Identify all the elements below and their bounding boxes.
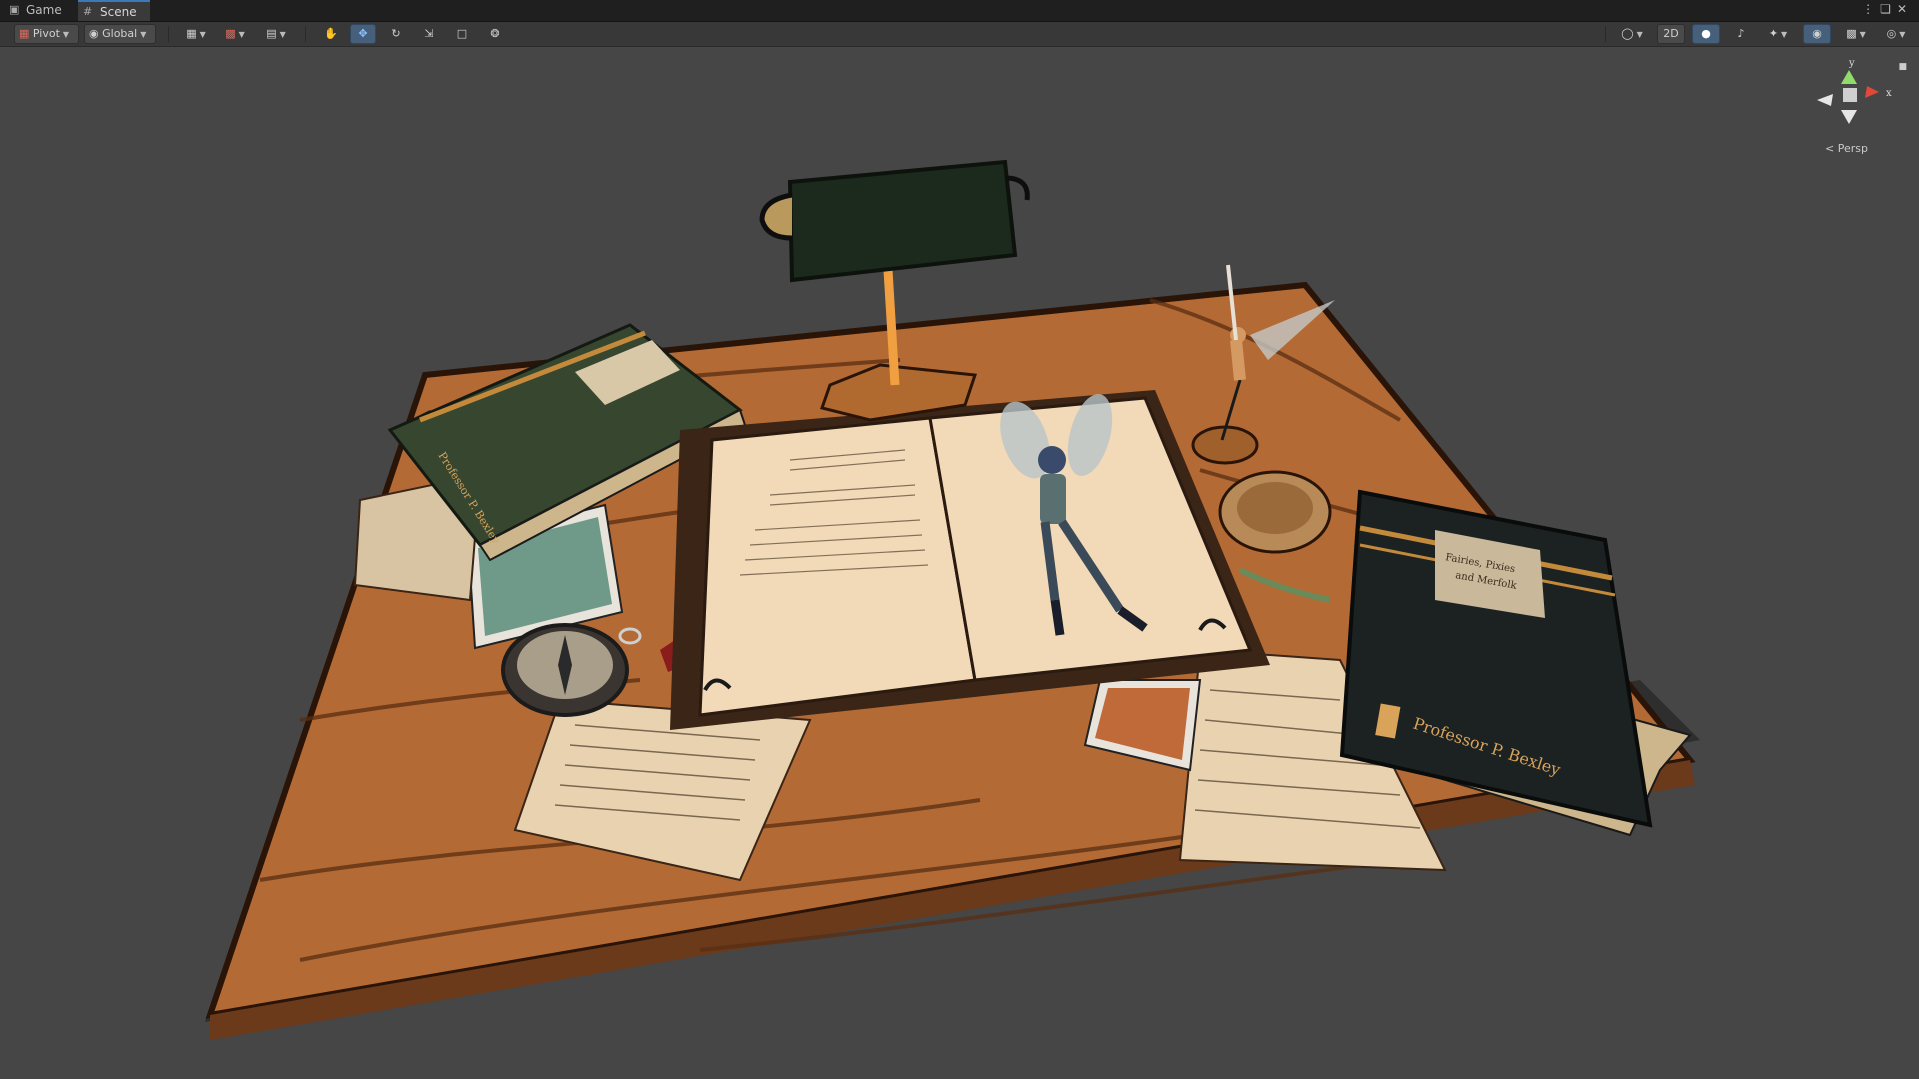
tab-scene[interactable]: # Scene bbox=[78, 0, 150, 21]
chevron-down-icon: ▼ bbox=[1781, 30, 1788, 39]
chevron-down-icon: ▼ bbox=[279, 30, 286, 39]
gamepad-icon: ▣ bbox=[9, 3, 20, 16]
lighting-toggle[interactable]: ● bbox=[1692, 24, 1720, 44]
chevron-down-icon: ▼ bbox=[238, 30, 245, 39]
shading-sphere-icon: ◯ bbox=[1621, 27, 1634, 40]
grid-snap-icon: ▦ bbox=[186, 27, 197, 40]
scale-tool-button[interactable]: ⇲ bbox=[416, 24, 442, 44]
move-tool-button[interactable]: ✥ bbox=[350, 24, 376, 44]
rotate-tool-button[interactable]: ↻ bbox=[383, 24, 409, 44]
move-icon: ✥ bbox=[358, 27, 368, 40]
window-controls: ⋮❏✕ bbox=[1862, 2, 1913, 16]
chevron-down-icon: ▼ bbox=[1899, 30, 1906, 39]
align-button[interactable]: ▤ ▼ bbox=[258, 24, 294, 44]
audio-mute-icon: ♪ bbox=[1737, 27, 1745, 40]
effects-icon: ✦ bbox=[1768, 27, 1779, 40]
tab-scene-label: Scene bbox=[100, 5, 137, 19]
lamp-shade[interactable] bbox=[787, 159, 1018, 283]
scene-viewport[interactable]: Professor P. Bexley Fairies, Pixies and … bbox=[0, 47, 1919, 1079]
rotate-icon: ↻ bbox=[391, 27, 401, 40]
mode-2d-button[interactable]: 2D bbox=[1657, 24, 1685, 44]
orientation-gizmo[interactable]: y x < Persp ■ bbox=[1809, 52, 1907, 162]
grid-icon: # bbox=[83, 5, 93, 18]
audio-toggle[interactable]: ♪ bbox=[1727, 24, 1755, 44]
gizmos-globe-icon: ◎ bbox=[1886, 27, 1897, 40]
lightbulb-icon: ● bbox=[1701, 27, 1711, 40]
toolbar-divider bbox=[305, 26, 306, 42]
tab-game-label: Game bbox=[26, 3, 62, 17]
pivot-icon: ▦ bbox=[19, 27, 30, 40]
global-dropdown[interactable]: ◉ Global ▼ bbox=[84, 24, 156, 44]
open-book-left-page[interactable] bbox=[698, 416, 977, 717]
chevron-down-icon: ▼ bbox=[62, 30, 70, 39]
mode-2d-label: 2D bbox=[1663, 27, 1679, 40]
pivot-dropdown[interactable]: ▦ Pivot ▼ bbox=[14, 24, 79, 44]
tab-game[interactable]: ▣ Game bbox=[4, 0, 76, 21]
scene-toolbar: ▦ Pivot ▼ ◉ Global ▼ ▦ ▼ ▩ ▼ ▤ ▼ ✋ ✥ ↻ ⇲ □ ❂ … bbox=[0, 22, 1919, 47]
chevron-down-icon: ▼ bbox=[1859, 30, 1866, 39]
grid-snap-button[interactable]: ▦ ▼ bbox=[178, 24, 214, 44]
lamp-handle-left bbox=[759, 192, 793, 241]
increment-snap-icon: ▩ bbox=[225, 27, 236, 40]
toolbar-divider bbox=[1605, 26, 1606, 42]
coin-dish-inner bbox=[1237, 482, 1313, 534]
scale-icon: ⇲ bbox=[424, 27, 434, 40]
camera-icon: ▩ bbox=[1846, 27, 1857, 40]
chevron-down-icon: ▼ bbox=[199, 30, 206, 39]
more-options-icon[interactable]: ⋮ bbox=[1862, 2, 1880, 16]
lock-icon[interactable]: ■ bbox=[1898, 62, 1907, 72]
camera-dropdown[interactable]: ▩ ▼ bbox=[1838, 24, 1874, 44]
hand-tool-button[interactable]: ✋ bbox=[318, 24, 344, 44]
hand-icon: ✋ bbox=[324, 27, 338, 40]
globe-icon: ◉ bbox=[89, 27, 99, 40]
toolbar-divider bbox=[168, 26, 169, 42]
align-icon: ▤ bbox=[266, 27, 277, 40]
chevron-down-icon: ▼ bbox=[1636, 30, 1643, 39]
global-label: Global bbox=[102, 27, 138, 40]
rect-icon: □ bbox=[456, 27, 468, 40]
rect-tool-button[interactable]: □ bbox=[449, 24, 475, 44]
eye-slash-icon: ◉ bbox=[1812, 27, 1822, 40]
gizmos-dropdown[interactable]: ◎ ▼ bbox=[1878, 24, 1914, 44]
close-icon[interactable]: ✕ bbox=[1897, 2, 1913, 16]
transform-tool-button[interactable]: ❂ bbox=[482, 24, 508, 44]
axis-y-label: y bbox=[1848, 58, 1855, 69]
projection-toggle[interactable]: < Persp bbox=[1825, 142, 1868, 155]
axis-gizmo-icon[interactable]: y x bbox=[1809, 52, 1899, 142]
increment-snap-button[interactable]: ▩ ▼ bbox=[217, 24, 253, 44]
maximize-icon[interactable]: ❏ bbox=[1880, 2, 1897, 16]
effects-dropdown[interactable]: ✦ ▼ bbox=[1760, 24, 1796, 44]
window-titlebar: ▣ Game # Scene ⋮❏✕ bbox=[0, 0, 1919, 22]
pivot-label: Pivot bbox=[32, 27, 60, 40]
chevron-down-icon: ▼ bbox=[140, 30, 147, 39]
scene-visibility-toggle[interactable]: ◉ bbox=[1803, 24, 1831, 44]
projection-label: Persp bbox=[1837, 142, 1868, 155]
shading-mode-button[interactable]: ◯ ▼ bbox=[1614, 24, 1650, 44]
axis-x-label: x bbox=[1886, 88, 1892, 99]
transform-icon: ❂ bbox=[490, 27, 500, 40]
